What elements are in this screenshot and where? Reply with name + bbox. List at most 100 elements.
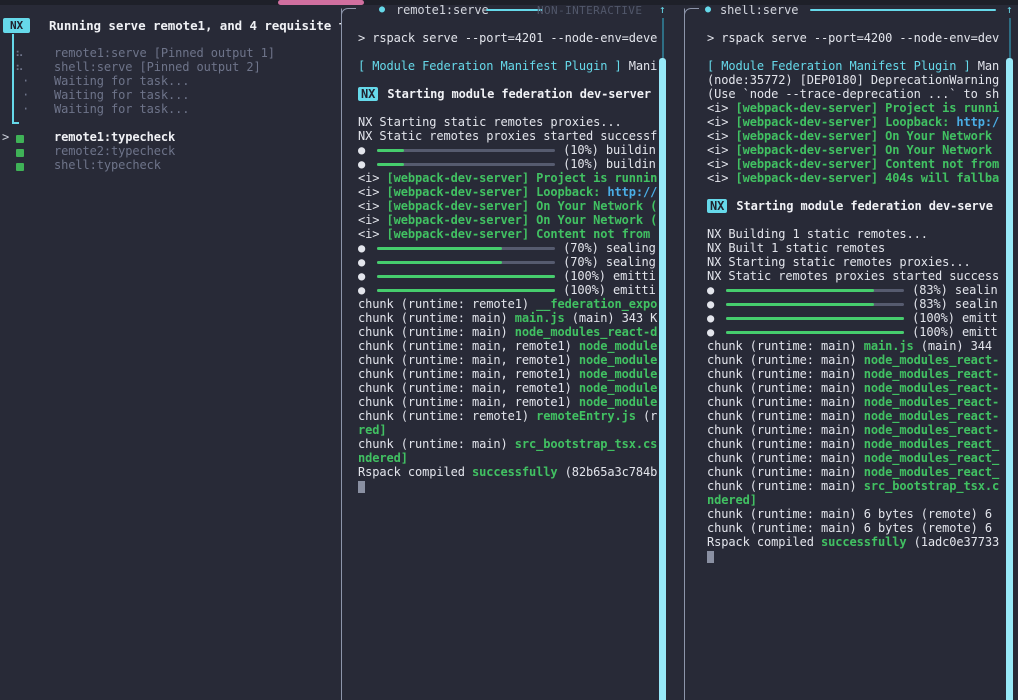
console-text: NX Built 1 static remotes [707,241,885,255]
console-line: NX Starting module federation dev-serve [707,199,1008,213]
console-text: <i> [358,227,387,241]
task-row[interactable]: >remote1:typecheck [0,130,341,144]
console-line: > rspack serve --port=4200 --node-env=de… [707,31,1008,45]
green-square-icon [16,135,24,143]
pane-border-corner [684,8,699,23]
progress-bar [377,261,555,264]
progress-bar-fill [377,289,555,292]
console-text: chunk (runtime: main) [707,437,864,451]
nx-logo-badge: NX [3,18,30,33]
console-text: chunk (runtime: main) [707,395,864,409]
console-text: remoteEntry.js [536,409,636,423]
console-text: <i> [707,157,736,171]
console-text: NX Building 1 static remotes... [707,227,928,241]
console-line: (node:35772) [DEP0180] DeprecationWarnin… [707,73,1008,87]
console-line: [ Module Federation Manifest Plugin ] Ma… [707,59,1008,73]
progress-bullet-icon: ● [707,297,714,311]
console-text: [webpack-dev-server] Loopback: [736,115,957,129]
console-text: [webpack-dev-server] Content not from [736,157,1000,171]
console-line [358,479,661,493]
console-line: ndered] [707,493,1008,507]
pane-title: remote1:serve [396,5,489,17]
task-row[interactable]: ·Waiting for task... [0,88,341,102]
console-text: [ Module Federation Manifest Plugin ] [707,59,971,73]
console-text: node_modules_react_ [864,465,999,479]
progress-bar-fill [377,247,502,250]
task-group: ⠦remote1:serve [Pinned output 1] ⠦shell:… [0,46,341,116]
selected-task-caret [0,88,13,102]
console-text: chunk (runtime: remote1) [358,409,536,423]
task-row[interactable]: shell:typecheck [0,158,341,172]
console-text: (main) 344 [914,339,992,353]
console-text: chunk (runtime: main, remote1) [358,367,579,381]
console-line: chunk (runtime: main) node_modules_react… [707,395,1008,409]
console-line: NX Starting static remotes proxies... [707,255,1008,269]
console-line: NX Starting static remotes proxies... [358,115,661,129]
scroll-up-icon[interactable]: ↑ [1006,5,1013,16]
progress-bullet-icon: ● [358,157,365,171]
console-line: ●(83%) sealin [707,283,1008,297]
task-success-square-icon [13,158,54,172]
console-text: <i> [707,171,736,185]
console-text: chunk (runtime: main) [707,465,864,479]
console-text: NX Starting static remotes proxies... [358,115,622,129]
console-text: <i> [707,101,736,115]
console-line: <i> [webpack-dev-server] Content not fro… [358,227,661,241]
console-line [707,549,1008,563]
task-row[interactable]: remote2:typecheck [0,144,341,158]
progress-bullet-icon: ● [358,255,365,269]
task-label: Waiting for task... [54,102,189,116]
progress-label: (10%) buildin [563,143,656,157]
console-text: node_modules_react- [864,353,999,367]
task-row[interactable]: ·Waiting for task... [0,74,341,88]
selected-task-caret [0,60,13,74]
console-line: chunk (runtime: main) node_modules_react… [707,465,1008,479]
progress-label: (100%) emitt [912,325,998,339]
console-text: src_bootstrap_tsx.c [864,479,999,493]
console-line: Rspack compiled successfully (1adc0e3773… [707,535,1008,549]
console-text: node_modules_react- [864,395,999,409]
task-row[interactable]: ⠦remote1:serve [Pinned output 1] [0,46,341,60]
task-row[interactable]: ·Waiting for task... [0,102,341,116]
selected-task-caret [0,144,13,158]
console-line: [ Module Federation Manifest Plugin ] Ma… [358,59,661,73]
console-line: chunk (runtime: main) node_modules_react… [707,353,1008,367]
progress-bar [377,247,555,250]
console-text: <i> [707,129,736,143]
console-line: ● (10%) buildin [358,157,661,171]
console-text: ndered] [707,493,757,507]
progress-bullet-icon: ● [358,269,365,283]
console-line: chunk (runtime: main) main.js (main) 344 [707,339,1008,353]
console-text: chunk (runtime: main) [707,409,864,423]
console-text: (Use `node --trace-deprecation ...` to s… [707,87,999,101]
console-line: chunk (runtime: main) 6 bytes (remote) 6 [707,521,1008,535]
console-text: NX Static remotes proxies started succes… [707,269,999,283]
scroll-up-icon[interactable]: ↑ [659,5,666,16]
console-text: chunk (runtime: main) 6 bytes (remote) 6 [707,507,992,521]
console-line: chunk (runtime: main) node_modules_react… [707,451,1008,465]
scrollbar-track[interactable] [1009,18,1011,58]
console-text: node_modules_react- [864,367,999,381]
console-text: src_bootstrap_tsx.cs [515,437,658,451]
console-line: chunk (runtime: main) src_bootstrap_tsx.… [707,479,1008,493]
console-text: Starting module federation dev-serve [729,199,993,213]
green-square-icon [16,149,24,157]
console-line: <i> [webpack-dev-server] On Your Network… [358,213,661,227]
console-line: ●(100%) emitt [707,311,1008,325]
scrollbar-track[interactable] [662,18,664,58]
console-text: node_module [579,381,657,395]
progress-bar [377,275,555,278]
console-line: chunk (runtime: main) node_modules_react… [707,409,1008,423]
console-text: successfully [821,535,907,549]
pane-border-corner [341,8,356,23]
progress-bar [377,163,555,166]
console-line: ●(100%) emitti [358,269,661,283]
console-line: chunk (runtime: main, remote1) node_modu… [358,395,661,409]
console-text: [webpack-dev-server] On Your Network ( [387,213,658,227]
console-text: node_module [579,339,657,353]
console-text: <i> [358,185,387,199]
progress-bar-fill [726,303,874,306]
progress-label: (10%) buildin [563,157,656,171]
console-text: chunk (runtime: main) [707,479,864,493]
task-row[interactable]: ⠦shell:serve [Pinned output 2] [0,60,341,74]
